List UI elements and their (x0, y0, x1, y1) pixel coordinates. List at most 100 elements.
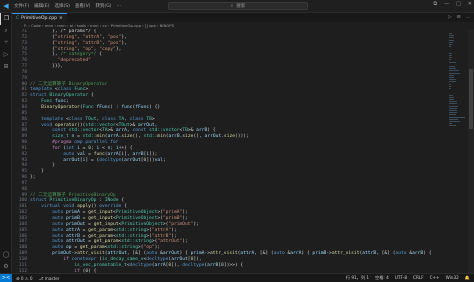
menu-selection[interactable]: 选择(S) (54, 3, 69, 9)
encoding-status[interactable]: UTF-8 (395, 275, 407, 281)
more-actions-icon[interactable]: … (466, 15, 471, 20)
menu-go[interactable]: 转到(G) (95, 3, 111, 9)
branch-status[interactable]: ⎇ master (39, 276, 60, 281)
vertical-scrollbar[interactable] (468, 29, 474, 273)
code-token: = (79, 145, 89, 151)
language-mode-status[interactable]: C++ (430, 275, 440, 281)
menu-bar: 文件(F) 编辑(E) 选择(S) 查看(V) 转到(G) … (14, 3, 121, 9)
search-view-icon[interactable]: ⌕ (0, 25, 12, 37)
problems-status[interactable]: ⊗ 0 ⚠ 0 (16, 276, 33, 281)
scrollbar-thumb[interactable] (469, 69, 473, 129)
code-token: { (30, 40, 55, 46)
indentation-status[interactable]: 空格: 4 (375, 275, 389, 281)
tab-close-icon[interactable]: × (59, 16, 63, 21)
line-code: auto op = get_param<std::string>("op"); (30, 245, 160, 250)
minimap-line (449, 123, 453, 125)
line-ending-status[interactable]: CRLF (413, 275, 424, 281)
code-token: "op" (143, 245, 155, 251)
account-icon[interactable]: ◯ (0, 249, 12, 261)
minimap[interactable] (448, 29, 466, 273)
menu-edit[interactable]: 编辑(E) (34, 3, 49, 9)
code-token: arrB (132, 151, 144, 157)
code-editor[interactable]: 71 }, /* params*/ {72 {"string", "attrA"… (12, 29, 474, 273)
code-token: struct (30, 198, 47, 204)
code-token: primA (190, 251, 205, 257)
code-token: = (79, 216, 89, 221)
maximize-button[interactable]: □ (456, 1, 461, 7)
settings-gear-icon[interactable]: ⚙ (0, 261, 12, 273)
code-token: arrA (290, 251, 302, 257)
code-token: ); (182, 216, 188, 221)
menu-file[interactable]: 文件(F) (14, 3, 29, 9)
menu-view[interactable]: 查看(V) (75, 3, 91, 9)
minimap-line (449, 85, 451, 87)
code-token: override (99, 204, 122, 210)
code-token: "primOut" (168, 221, 194, 227)
code-token: ]), (171, 262, 183, 268)
cursor-position-status[interactable]: 行 91，列 1 (346, 275, 369, 281)
configuration-status[interactable]: Win32 (446, 275, 459, 281)
code-token: std::string (115, 233, 147, 239)
code-token: attrB (66, 233, 80, 239)
code-token: }}}, (30, 64, 64, 70)
code-token: { (88, 93, 94, 99)
code-token: apply (77, 204, 91, 210)
code-token: ) {} (149, 104, 161, 110)
code-token: "attrB" (151, 233, 172, 239)
breadcrumb[interactable]: F: › Code › mnn › mnn › al › tools › mnn… (12, 22, 474, 29)
tab-primitiveop-cpp[interactable]: C PrimitiveOp.cpp × (12, 13, 67, 22)
code-token: ++) { (118, 145, 133, 151)
code-token: "pos" (107, 40, 122, 46)
menu-more[interactable]: … (116, 3, 121, 9)
code-token: std::string (115, 227, 147, 233)
code-token: "primB" (162, 216, 183, 221)
code-token: ) { (423, 251, 432, 257)
code-token: BinaryOperator (41, 104, 80, 110)
layout-icon[interactable]: ⧉ (433, 1, 437, 7)
code-token: ])) (146, 157, 155, 163)
code-token: get_input (88, 210, 114, 216)
line-code: auto primB = get_input<PrimitiveObject>(… (30, 216, 188, 221)
source-control-icon[interactable]: ⑂ (0, 37, 12, 49)
line-code: struct PrimitiveBinaryOp : INode { (30, 198, 124, 203)
explorer-icon[interactable]: ❐ (0, 13, 12, 25)
line-code: arrOut[i] = (decltype(arrOut[0]))val; (30, 158, 166, 163)
cpp-file-icon: C (16, 15, 20, 21)
code-token: , (154, 122, 158, 128)
code-token: auto (52, 227, 64, 233)
code-token: get_param (88, 227, 114, 233)
code-token: primA (66, 210, 80, 216)
minimize-button[interactable]: — (444, 1, 449, 7)
code-token: = (85, 239, 94, 245)
code-token: ) : (110, 104, 122, 110)
remote-indicator-icon[interactable]: >< (0, 273, 12, 282)
extensions-icon[interactable]: ⊞ (0, 61, 12, 73)
code-token: // 二元运算算子 BinaryOperator (30, 81, 108, 87)
close-button[interactable]: ✕ (468, 1, 472, 7)
code-token: attrB (362, 251, 377, 257)
run-debug-icon[interactable]: ▷ (0, 49, 12, 61)
status-left: ⊗ 0 ⚠ 0 ⎇ master (16, 276, 60, 281)
minimap-line (449, 103, 458, 105)
minimap-line (449, 114, 456, 116)
code-token: , [&] ( (126, 251, 147, 257)
code-token: arrB (207, 262, 219, 268)
code-token: void (41, 122, 53, 128)
notifications-bell-icon[interactable]: 🔔 (465, 275, 470, 281)
code-token: Func (41, 99, 53, 105)
code-token: = (79, 210, 89, 216)
command-center-search[interactable]: ⌕ 搜索 (168, 2, 308, 10)
run-icon[interactable]: ▷ (448, 15, 451, 20)
code-token: ])>>) { (223, 262, 244, 268)
split-editor-icon[interactable]: ⊟ (457, 15, 461, 20)
code-token: "op" (82, 46, 94, 52)
code-token: auto (52, 221, 64, 227)
code-token: }, (121, 40, 127, 46)
line-code: "deprecated" (30, 58, 91, 63)
